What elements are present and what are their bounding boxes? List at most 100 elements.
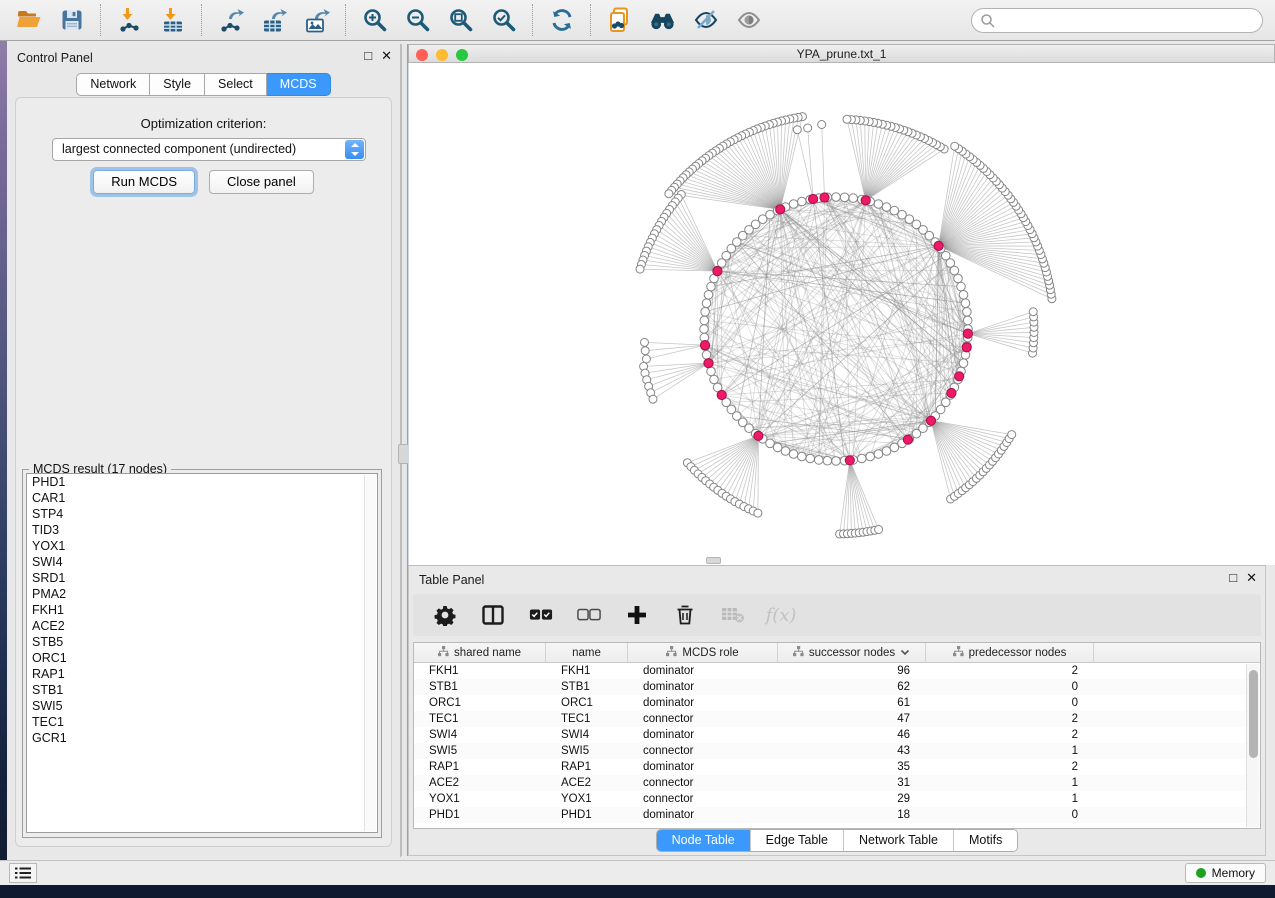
delete-column-icon[interactable] bbox=[673, 603, 697, 627]
column-header-successor-nodes[interactable]: successor nodes bbox=[778, 643, 926, 662]
table-row[interactable]: YOX1YOX1connector291 bbox=[414, 791, 1260, 807]
tab-mcds[interactable]: MCDS bbox=[267, 73, 331, 96]
close-window-icon[interactable] bbox=[416, 49, 428, 61]
mcds-result-item[interactable]: TEC1 bbox=[27, 714, 377, 730]
optimization-criterion-select[interactable]: largest connected component (undirected) bbox=[52, 138, 366, 161]
search-binoculars-icon[interactable] bbox=[649, 7, 676, 34]
deselect-all-rows-icon[interactable] bbox=[577, 603, 601, 627]
mcds-result-items: PHD1CAR1STP4TID3YOX1SWI4SRD1PMA2FKH1ACE2… bbox=[27, 474, 377, 746]
control-panel: Control Panel □ ✕ Network Style Select M… bbox=[7, 44, 401, 857]
select-all-rows-icon[interactable] bbox=[529, 603, 553, 627]
table-row[interactable]: SWI4SWI4dominator462 bbox=[414, 727, 1260, 743]
export-network-icon[interactable] bbox=[217, 7, 244, 34]
mcds-result-item[interactable]: ORC1 bbox=[27, 650, 377, 666]
vertical-splitter[interactable] bbox=[401, 44, 408, 856]
memory-button[interactable]: Memory bbox=[1185, 863, 1266, 883]
network-graph bbox=[409, 63, 1274, 564]
column-header-predecessor-nodes[interactable]: predecessor nodes bbox=[926, 643, 1094, 662]
column-header-name[interactable]: name bbox=[546, 643, 628, 662]
mcds-result-item[interactable]: SWI5 bbox=[27, 698, 377, 714]
import-table-icon[interactable] bbox=[159, 7, 186, 34]
maximize-window-icon[interactable] bbox=[456, 49, 468, 61]
cell-name: PHD1 bbox=[546, 807, 628, 823]
mcds-result-item[interactable]: SRD1 bbox=[27, 570, 377, 586]
status-menu-button[interactable] bbox=[9, 863, 37, 883]
mcds-result-item[interactable]: PHD1 bbox=[27, 474, 377, 490]
save-session-icon[interactable] bbox=[58, 7, 85, 34]
hide-unselected-icon[interactable] bbox=[692, 7, 719, 34]
table-row[interactable]: RAP1RAP1dominator352 bbox=[414, 759, 1260, 775]
share-network-icon[interactable] bbox=[606, 7, 633, 34]
zoom-out-icon[interactable] bbox=[404, 7, 431, 34]
mcds-result-item[interactable]: TID3 bbox=[27, 522, 377, 538]
cell-predecessor-nodes: 0 bbox=[926, 807, 1094, 823]
tab-network-table[interactable]: Network Table bbox=[843, 830, 953, 851]
refresh-icon[interactable] bbox=[548, 7, 575, 34]
mcds-result-item[interactable]: SWI4 bbox=[27, 554, 377, 570]
mcds-result-item[interactable]: FKH1 bbox=[27, 602, 377, 618]
export-image-icon[interactable] bbox=[303, 7, 330, 34]
cell-shared-name: YOX1 bbox=[414, 791, 546, 807]
open-file-icon[interactable] bbox=[15, 7, 42, 34]
table-scrollbar[interactable] bbox=[1246, 664, 1259, 827]
table-scrollbar-thumb[interactable] bbox=[1249, 670, 1258, 758]
mcds-result-item[interactable]: STP4 bbox=[27, 506, 377, 522]
tab-motifs[interactable]: Motifs bbox=[953, 830, 1017, 851]
horizontal-splitter-handle[interactable] bbox=[706, 557, 721, 564]
network-window-titlebar[interactable]: YPA_prune.txt_1 bbox=[408, 44, 1275, 63]
status-bar: Memory bbox=[0, 860, 1275, 885]
mcds-result-item[interactable]: STB5 bbox=[27, 634, 377, 650]
mcds-result-list[interactable]: PHD1CAR1STP4TID3YOX1SWI4SRD1PMA2FKH1ACE2… bbox=[26, 473, 378, 833]
settings-gear-icon[interactable] bbox=[433, 603, 457, 627]
control-panel-title: Control Panel bbox=[17, 51, 93, 65]
cell-name: YOX1 bbox=[546, 791, 628, 807]
close-table-panel-icon[interactable]: ✕ bbox=[1246, 571, 1257, 585]
cell-MCDS-role: dominator bbox=[628, 663, 778, 679]
table-row[interactable]: FKH1FKH1dominator962 bbox=[414, 663, 1260, 679]
table-row[interactable]: ACE2ACE2connector311 bbox=[414, 775, 1260, 791]
float-table-panel-icon[interactable]: □ bbox=[1229, 571, 1237, 585]
show-all-icon[interactable] bbox=[735, 7, 762, 34]
mcds-result-item[interactable]: ACE2 bbox=[27, 618, 377, 634]
tab-select[interactable]: Select bbox=[205, 73, 267, 96]
network-canvas[interactable] bbox=[408, 63, 1275, 565]
mcds-result-item[interactable]: GCR1 bbox=[27, 730, 377, 746]
mcds-result-item[interactable]: YOX1 bbox=[27, 538, 377, 554]
column-header-shared-name[interactable]: shared name bbox=[414, 643, 546, 662]
mcds-result-item[interactable]: PMA2 bbox=[27, 586, 377, 602]
run-mcds-button[interactable]: Run MCDS bbox=[93, 170, 195, 194]
table-row[interactable]: SWI5SWI5connector431 bbox=[414, 743, 1260, 759]
mcds-result-item[interactable]: STB1 bbox=[27, 682, 377, 698]
tab-style[interactable]: Style bbox=[150, 73, 205, 96]
close-panel-icon[interactable]: ✕ bbox=[381, 49, 392, 63]
add-column-icon[interactable] bbox=[625, 603, 649, 627]
mcds-result-item[interactable]: CAR1 bbox=[27, 490, 377, 506]
float-panel-icon[interactable]: □ bbox=[364, 49, 372, 63]
cell-shared-name: PHD1 bbox=[414, 807, 546, 823]
tab-node-table[interactable]: Node Table bbox=[657, 830, 750, 851]
cell-successor-nodes: 96 bbox=[778, 663, 926, 679]
zoom-fit-icon[interactable] bbox=[447, 7, 474, 34]
import-network-icon[interactable] bbox=[116, 7, 143, 34]
tab-network[interactable]: Network bbox=[76, 73, 150, 96]
zoom-in-icon[interactable] bbox=[361, 7, 388, 34]
close-panel-button[interactable]: Close panel bbox=[209, 170, 314, 194]
mcds-result-item[interactable]: RAP1 bbox=[27, 666, 377, 682]
cell-successor-nodes: 47 bbox=[778, 711, 926, 727]
memory-label: Memory bbox=[1212, 866, 1255, 880]
export-table-icon[interactable] bbox=[260, 7, 287, 34]
search-input[interactable] bbox=[996, 14, 1246, 28]
network-search-box[interactable] bbox=[971, 8, 1263, 33]
table-row[interactable]: STB1STB1dominator620 bbox=[414, 679, 1260, 695]
minimize-window-icon[interactable] bbox=[436, 49, 448, 61]
zoom-selected-icon[interactable] bbox=[490, 7, 517, 34]
table-row[interactable]: ORC1ORC1dominator610 bbox=[414, 695, 1260, 711]
mcds-list-scrollbar[interactable] bbox=[364, 475, 376, 831]
table-row[interactable]: TEC1TEC1connector472 bbox=[414, 711, 1260, 727]
search-icon bbox=[980, 13, 996, 29]
cell-successor-nodes: 46 bbox=[778, 727, 926, 743]
show-columns-icon[interactable] bbox=[481, 603, 505, 627]
table-row[interactable]: PHD1PHD1dominator180 bbox=[414, 807, 1260, 823]
column-header-MCDS-role[interactable]: MCDS role bbox=[628, 643, 778, 662]
tab-edge-table[interactable]: Edge Table bbox=[750, 830, 843, 851]
